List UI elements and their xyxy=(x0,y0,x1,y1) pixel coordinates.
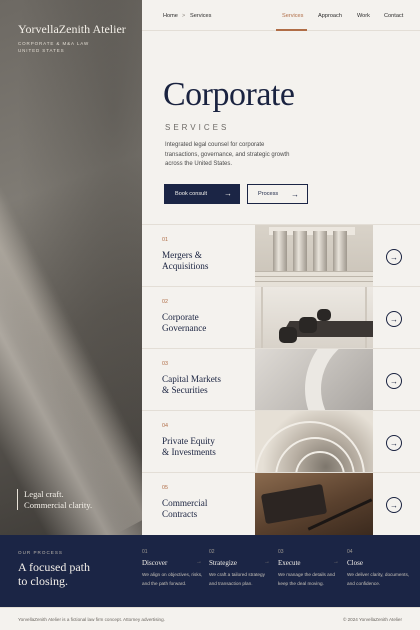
arrow-circle-icon[interactable]: → xyxy=(386,497,402,513)
chair xyxy=(279,327,297,343)
step-description: We craft a tailored strategy and transac… xyxy=(209,572,265,586)
step-description: We align on objectives, risks, and the p… xyxy=(142,572,203,586)
brand-sub-line: UNITED STATES xyxy=(18,48,65,53)
nav-item-contact[interactable]: Contact xyxy=(384,13,403,19)
leather-folio xyxy=(260,483,328,525)
arrow-right-icon: → xyxy=(333,559,339,565)
process-button[interactable]: Process → xyxy=(247,184,308,204)
process-step-close: 04 Close We deliver clarity, documents, … xyxy=(347,549,411,588)
service-title-line: Governance xyxy=(162,322,207,333)
footer-copyright: © 2024 YorvellaZenith Atelier xyxy=(342,617,402,622)
service-row-private-equity[interactable]: 04 Private Equity & Investments → xyxy=(142,410,420,473)
service-title: Corporate Governance xyxy=(162,312,252,333)
arrow-right-icon: → xyxy=(196,559,202,565)
process-step-execute: 03 Execute We manage the details and kee… xyxy=(278,549,342,588)
process-label: OUR PROCESS xyxy=(18,550,63,555)
service-number: 04 xyxy=(162,423,168,429)
brand-sub-line: CORPORATE & M&A LAW xyxy=(18,41,90,46)
hero-image-panel: YorvellaZenith Atelier CORPORATE & M&A L… xyxy=(0,0,142,535)
arrow-right-icon: → xyxy=(291,190,299,199)
arrow-right-icon: → xyxy=(224,189,232,198)
chair xyxy=(299,317,317,333)
nav-item-approach[interactable]: Approach xyxy=(318,13,342,19)
breadcrumb-current: Services xyxy=(190,13,212,19)
service-row-governance[interactable]: 02 Corporate Governance → xyxy=(142,286,420,349)
nav-item-work[interactable]: Work xyxy=(357,13,370,19)
curved-wall xyxy=(305,349,373,411)
process-step-discover: 01 Discover We align on objectives, risk… xyxy=(142,549,206,588)
process-step-strategize: 02 Strategize We craft a tailored strate… xyxy=(209,549,273,588)
book-consult-label: Book consult xyxy=(175,191,208,197)
process-label: Process xyxy=(258,191,279,197)
service-row-capital-markets[interactable]: 03 Capital Markets & Securities → xyxy=(142,348,420,411)
tagline: Legal craft. Commercial clarity. xyxy=(17,489,127,510)
service-title-line: & Securities xyxy=(162,384,208,395)
column xyxy=(293,231,307,271)
shadow-overlay xyxy=(0,0,142,535)
active-nav-indicator xyxy=(276,29,307,31)
service-title-line: Mergers & xyxy=(162,250,202,260)
step-number: 01 xyxy=(142,549,148,555)
top-nav: Home > Services Services Approach Work C… xyxy=(142,0,420,31)
arrow-circle-icon[interactable]: → xyxy=(386,373,402,389)
page-title: Corporate xyxy=(163,76,295,113)
service-title-line: Corporate xyxy=(162,312,199,322)
step-description: We deliver clarity, documents, and confi… xyxy=(347,572,410,586)
service-number: 01 xyxy=(162,237,168,243)
breadcrumb-home[interactable]: Home xyxy=(163,13,178,19)
book-consult-button[interactable]: Book consult → xyxy=(164,184,240,204)
process-section: OUR PROCESS A focused path to closing. 0… xyxy=(0,535,420,607)
service-title-line: Capital Markets xyxy=(162,374,221,384)
column xyxy=(333,231,347,271)
footer-disclaimer: YorvellaZenith Atelier is a fictional la… xyxy=(18,617,165,622)
breadcrumb-separator-icon: > xyxy=(182,13,186,19)
service-row-mergers[interactable]: 01 Mergers & Acquisitions → xyxy=(142,224,420,287)
service-title: Private Equity & Investments xyxy=(162,436,252,457)
hero-description: Integrated legal counsel for corporate t… xyxy=(165,142,290,167)
service-title-line: Contracts xyxy=(162,508,198,519)
step-number: 02 xyxy=(209,549,215,555)
process-heading-line: to closing. xyxy=(18,574,68,588)
service-title: Capital Markets & Securities xyxy=(162,374,252,395)
step-number: 03 xyxy=(278,549,284,555)
service-title-line: & Investments xyxy=(162,446,216,457)
nav-item-services[interactable]: Services xyxy=(282,13,303,19)
window-frame xyxy=(365,287,367,349)
service-title: Commercial Contracts xyxy=(162,498,252,519)
service-title-line: Private Equity xyxy=(162,436,215,446)
service-title: Mergers & Acquisitions xyxy=(162,250,252,271)
brand-subtitle: CORPORATE & M&A LAW UNITED STATES xyxy=(18,40,89,54)
arrow-right-icon: → xyxy=(264,559,270,565)
window-frame xyxy=(261,287,263,349)
service-number: 02 xyxy=(162,299,168,305)
desk-image xyxy=(255,473,373,535)
columns-image xyxy=(255,225,373,287)
arrow-circle-icon[interactable]: → xyxy=(386,249,402,265)
architecture-curve-image xyxy=(255,349,373,411)
brand-name[interactable]: YorvellaZenith Atelier xyxy=(18,22,126,37)
arrow-circle-icon[interactable]: → xyxy=(386,311,402,327)
page-subtitle: SERVICES xyxy=(165,123,230,132)
step-description: We manage the details and keep the deal … xyxy=(278,572,335,586)
tagline-line: Legal craft. xyxy=(24,489,64,499)
chair xyxy=(317,309,331,321)
boardroom-image xyxy=(255,287,373,349)
arrow-circle-icon[interactable]: → xyxy=(386,435,402,451)
service-number: 05 xyxy=(162,485,168,491)
service-number: 03 xyxy=(162,361,168,367)
footer: YorvellaZenith Atelier is a fictional la… xyxy=(0,607,420,630)
step-number: 04 xyxy=(347,549,353,555)
step-title: Close xyxy=(347,559,363,567)
staircase-image xyxy=(255,411,373,473)
service-title-line: Commercial xyxy=(162,498,208,508)
column xyxy=(313,231,327,271)
column xyxy=(273,231,287,271)
service-row-commercial-contracts[interactable]: 05 Commercial Contracts → xyxy=(142,472,420,535)
service-title-line: Acquisitions xyxy=(162,260,209,271)
process-heading: A focused path to closing. xyxy=(18,560,128,588)
tagline-line: Commercial clarity. xyxy=(24,499,93,510)
process-heading-line: A focused path xyxy=(18,560,90,574)
